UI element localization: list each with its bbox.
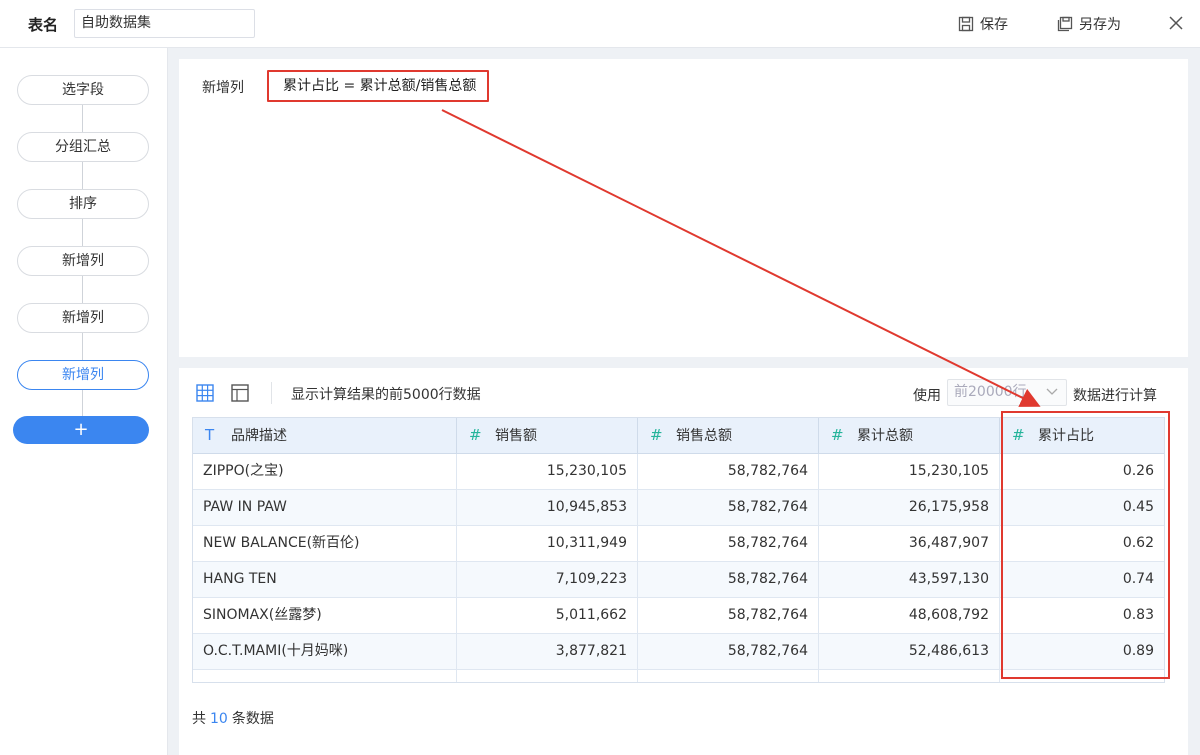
chevron-down-icon xyxy=(1046,388,1058,395)
steps-sidebar: 选字段 分组汇总 排序 新增列 新增列 新增列 + xyxy=(0,48,168,755)
cell-empty xyxy=(457,670,638,682)
cell-sales: 15,230,105 xyxy=(457,454,638,489)
cell-empty xyxy=(638,670,819,682)
table-row: NEW BALANCE(新百伦) 10,311,949 58,782,764 3… xyxy=(193,526,1164,562)
step-add-column-3[interactable]: 新增列 xyxy=(17,360,149,390)
close-icon[interactable] xyxy=(1168,15,1184,31)
table-row: PAW IN PAW 10,945,853 58,782,764 26,175,… xyxy=(193,490,1164,526)
cell-total-sales: 58,782,764 xyxy=(638,526,819,561)
cell-total-sales: 58,782,764 xyxy=(638,562,819,597)
column-label: 累计占比 xyxy=(1038,428,1094,444)
cell-cumulative-ratio: 0.26 xyxy=(1122,463,1154,479)
preview-hint: 显示计算结果的前5000行数据 xyxy=(291,387,481,403)
toolbar-divider xyxy=(271,382,272,404)
cell-sales: 7,109,223 xyxy=(457,562,638,597)
table-row: ZIPPO(之宝) 15,230,105 58,782,764 15,230,1… xyxy=(193,454,1164,490)
cell-total-sales: 58,782,764 xyxy=(638,598,819,633)
cell-cumulative-total: 52,486,613 xyxy=(819,634,1000,669)
field-panel-icon[interactable] xyxy=(231,384,249,402)
table-row: SINOMAX(丝露梦) 5,011,662 58,782,764 48,608… xyxy=(193,598,1164,634)
cell-total-sales: 58,782,764 xyxy=(638,454,819,489)
step-sort[interactable]: 排序 xyxy=(17,189,149,219)
row-limit-select[interactable]: 前20000行 xyxy=(947,379,1067,406)
cell-sales: 5,011,662 xyxy=(457,598,638,633)
data-table: T 品牌描述 # 销售额 # 销售总额 # 累计总额 # 累计占比 ZIPPO(之宝) 1… xyxy=(192,417,1165,683)
row-count-suffix: 条数据 xyxy=(231,711,274,727)
step-add-column-2[interactable]: 新增列 xyxy=(17,303,149,333)
column-header-cumulative-total[interactable]: # 累计总额 xyxy=(819,418,1000,453)
table-name-label: 表名 xyxy=(28,16,59,34)
save-as-icon xyxy=(1057,16,1073,32)
column-header-sales[interactable]: # 销售额 xyxy=(457,418,638,453)
top-bar: 表名 自助数据集 保存 另存为 xyxy=(0,0,1200,48)
cell-cumulative-ratio: 0.83 xyxy=(1122,607,1154,623)
column-header-cumulative-ratio[interactable]: # 累计占比 xyxy=(1000,418,1164,453)
cell-brand: SINOMAX(丝露梦) xyxy=(193,598,457,633)
cell-brand: PAW IN PAW xyxy=(193,490,457,525)
cell-brand: O.C.T.MAMI(十月妈咪) xyxy=(193,634,457,669)
formula-expression[interactable]: 累计占比 = 累计总额/销售总额 xyxy=(267,70,489,102)
column-header-brand[interactable]: T 品牌描述 xyxy=(193,418,457,453)
save-as-button[interactable]: 另存为 xyxy=(1057,13,1121,35)
number-type-icon: # xyxy=(831,426,844,444)
column-header-total-sales[interactable]: # 销售总额 xyxy=(638,418,819,453)
cell-empty xyxy=(193,670,457,682)
table-row: HANG TEN 7,109,223 58,782,764 43,597,130… xyxy=(193,562,1164,598)
column-label: 品牌描述 xyxy=(231,428,287,444)
calc-label: 数据进行计算 xyxy=(1073,388,1157,404)
cell-empty xyxy=(1000,670,1164,682)
cell-cumulative-total: 48,608,792 xyxy=(819,598,1000,633)
table-header: T 品牌描述 # 销售额 # 销售总额 # 累计总额 # 累计占比 xyxy=(193,418,1164,454)
cell-brand: HANG TEN xyxy=(193,562,457,597)
table-view-icon[interactable] xyxy=(196,384,214,402)
save-label: 保存 xyxy=(980,17,1008,33)
cell-cumulative-ratio: 0.89 xyxy=(1122,643,1154,659)
cell-cumulative-ratio: 0.45 xyxy=(1122,499,1154,515)
add-step-button[interactable]: + xyxy=(13,416,149,444)
row-limit-value: 前20000行 xyxy=(954,384,1027,400)
step-group-summary[interactable]: 分组汇总 xyxy=(17,132,149,162)
cell-empty xyxy=(819,670,1000,682)
row-count-prefix: 共 xyxy=(192,711,206,727)
formula-panel: 新增列 累计占比 = 累计总额/销售总额 xyxy=(179,59,1188,357)
cell-sales: 3,877,821 xyxy=(457,634,638,669)
row-count-value: 10 xyxy=(210,711,228,727)
column-label: 销售额 xyxy=(495,428,537,444)
cell-sales: 10,311,949 xyxy=(457,526,638,561)
use-label: 使用 xyxy=(913,388,941,404)
number-type-icon: # xyxy=(1012,426,1025,444)
number-type-icon: # xyxy=(650,426,663,444)
cell-cumulative-total: 36,487,907 xyxy=(819,526,1000,561)
cell-cumulative-total: 26,175,958 xyxy=(819,490,1000,525)
table-row-partial xyxy=(193,670,1164,682)
column-label: 销售总额 xyxy=(676,428,732,444)
number-type-icon: # xyxy=(469,426,482,444)
cell-total-sales: 58,782,764 xyxy=(638,634,819,669)
cell-sales: 10,945,853 xyxy=(457,490,638,525)
row-count: 共 10 条数据 xyxy=(192,708,274,728)
save-button[interactable]: 保存 xyxy=(958,13,1008,35)
step-select-fields[interactable]: 选字段 xyxy=(17,75,149,105)
cell-cumulative-total: 43,597,130 xyxy=(819,562,1000,597)
cell-total-sales: 58,782,764 xyxy=(638,490,819,525)
table-name-input[interactable]: 自助数据集 xyxy=(74,9,255,38)
data-preview-panel: 显示计算结果的前5000行数据 使用 前20000行 数据进行计算 T 品牌描述 … xyxy=(179,368,1188,755)
cell-cumulative-ratio: 0.62 xyxy=(1122,535,1154,551)
step-add-column-1[interactable]: 新增列 xyxy=(17,246,149,276)
save-icon xyxy=(958,16,974,32)
cell-brand: ZIPPO(之宝) xyxy=(193,454,457,489)
cell-cumulative-ratio: 0.74 xyxy=(1122,571,1154,587)
cell-cumulative-total: 15,230,105 xyxy=(819,454,1000,489)
column-label: 累计总额 xyxy=(857,428,913,444)
cell-brand: NEW BALANCE(新百伦) xyxy=(193,526,457,561)
text-type-icon: T xyxy=(205,426,215,444)
table-row: O.C.T.MAMI(十月妈咪) 3,877,821 58,782,764 52… xyxy=(193,634,1164,670)
formula-label: 新增列 xyxy=(202,80,244,96)
save-as-label: 另存为 xyxy=(1079,17,1121,33)
